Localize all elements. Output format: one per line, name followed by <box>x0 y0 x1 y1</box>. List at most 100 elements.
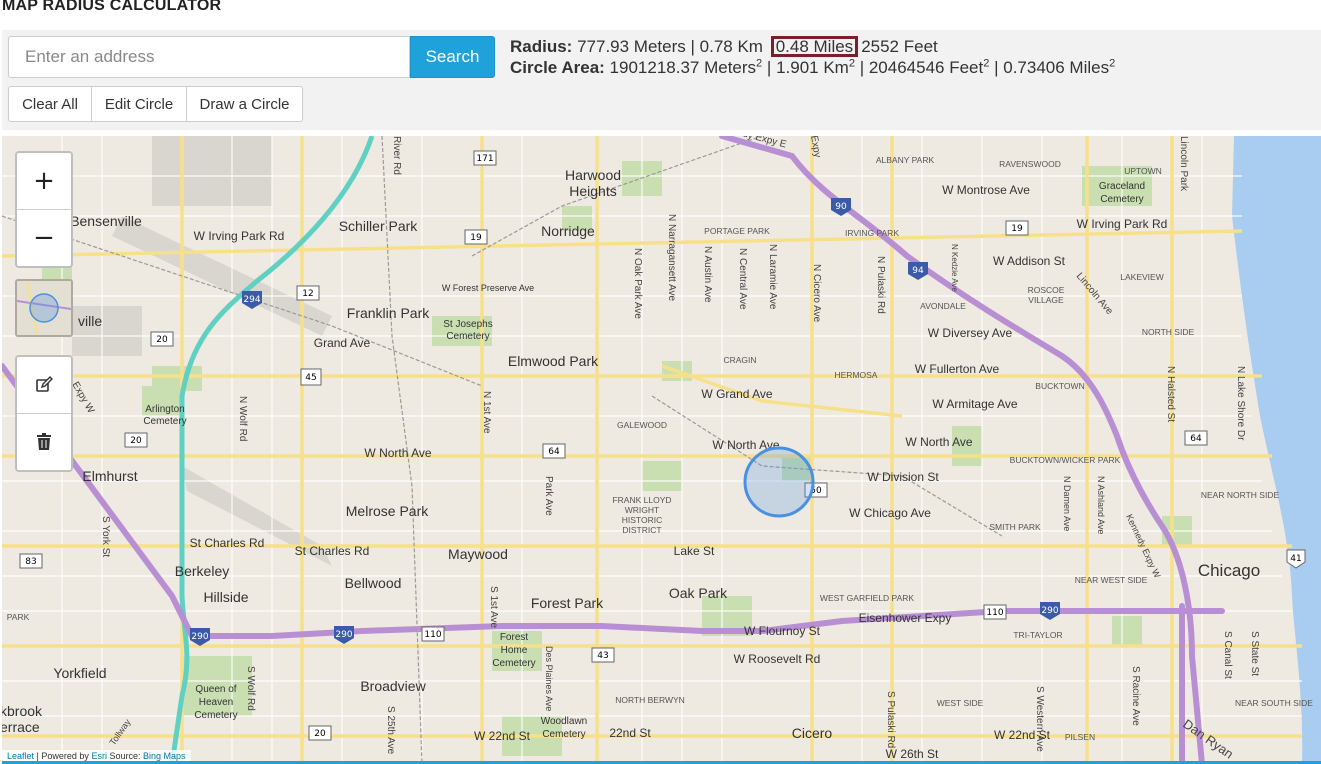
svg-text:110: 110 <box>986 608 1003 618</box>
radius-miles-highlight: 0.48 Miles <box>770 36 859 57</box>
svg-text:UPTOWN: UPTOWN <box>1124 166 1162 176</box>
svg-text:W Montrose Ave: W Montrose Ave <box>942 183 1030 197</box>
clear-all-button[interactable]: Clear All <box>8 86 92 122</box>
svg-text:W North Ave: W North Ave <box>905 435 972 449</box>
svg-text:Eisenhower Expy: Eisenhower Expy <box>859 611 952 625</box>
svg-text:W Flournoy St: W Flournoy St <box>744 624 821 638</box>
leaflet-link[interactable]: Leaflet <box>7 751 34 761</box>
svg-text:S Pulaski Rd: S Pulaski Rd <box>885 691 896 748</box>
svg-text:Bensenville: Bensenville <box>70 213 142 229</box>
source-text: Source: <box>109 751 141 761</box>
svg-text:Heaven: Heaven <box>199 697 233 708</box>
powered-by-text: | Powered by <box>36 751 89 761</box>
edit-icon <box>36 376 53 392</box>
area-result: Circle Area: 1901218.37 Meters2 | 1.901 … <box>510 57 1115 78</box>
svg-text:N Ashland Ave: N Ashland Ave <box>1096 476 1106 534</box>
svg-text:22nd St: 22nd St <box>609 726 651 740</box>
svg-text:N Cicero Ave: N Cicero Ave <box>811 264 822 323</box>
esri-link[interactable]: Esri <box>91 751 107 761</box>
svg-text:W Chicago Ave: W Chicago Ave <box>849 506 931 520</box>
search-button[interactable]: Search <box>410 36 495 78</box>
svg-text:Franklin Park: Franklin Park <box>347 305 430 321</box>
svg-text:Arlington: Arlington <box>145 404 184 415</box>
map-tiles[interactable]: 171 19 12 294 20 45 20 64 90 94 19 64 50… <box>2 136 1321 764</box>
svg-text:20: 20 <box>314 729 326 739</box>
svg-text:Graceland: Graceland <box>1099 181 1145 192</box>
svg-text:N Wolf Rd: N Wolf Rd <box>237 396 248 441</box>
svg-text:ROSCOE: ROSCOE <box>1028 285 1065 295</box>
radius-km: 0.78 Km <box>699 37 763 56</box>
svg-text:N Central Ave: N Central Ave <box>737 248 748 310</box>
svg-text:BUCKTOWN/WICKER PARK: BUCKTOWN/WICKER PARK <box>1010 455 1121 465</box>
svg-text:N Oak Park Ave: N Oak Park Ave <box>632 248 643 319</box>
zoom-control: + − <box>15 151 73 268</box>
bing-maps-link[interactable]: Bing Maps <box>143 751 186 761</box>
svg-text:W 26th St: W 26th St <box>886 747 939 761</box>
zoom-in-button[interactable]: + <box>17 153 71 209</box>
svg-text:W Addison St: W Addison St <box>993 254 1066 268</box>
svg-text:41: 41 <box>1290 554 1301 564</box>
delete-layers-button[interactable] <box>17 413 71 470</box>
address-search-input[interactable] <box>8 36 410 78</box>
svg-text:290: 290 <box>1041 606 1058 616</box>
separator: | <box>859 58 865 77</box>
area-meters: 1901218.37 Meters2 <box>609 57 763 77</box>
edit-layers-button[interactable] <box>17 357 71 413</box>
zoom-out-button[interactable]: − <box>17 209 71 266</box>
svg-text:Cemetery: Cemetery <box>194 710 237 721</box>
radius-meters: 777.93 Meters <box>577 37 686 56</box>
separator: | <box>766 58 772 77</box>
svg-text:N Narragansett Ave: N Narragansett Ave <box>666 214 677 302</box>
draw-circle-button[interactable]: Draw a Circle <box>186 86 303 122</box>
svg-text:IRVING PARK: IRVING PARK <box>845 228 899 238</box>
svg-text:AVONDALE: AVONDALE <box>920 301 966 311</box>
svg-text:WEST GARFIELD PARK: WEST GARFIELD PARK <box>820 593 914 603</box>
minimap[interactable] <box>15 279 73 337</box>
svg-text:Schiller Park: Schiller Park <box>339 218 419 234</box>
svg-text:N 1st Ave: N 1st Ave <box>481 391 492 434</box>
svg-text:S York St: S York St <box>100 516 111 557</box>
radius-feet: 2552 Feet <box>861 37 938 56</box>
svg-text:Elmhurst: Elmhurst <box>82 468 137 484</box>
svg-text:64: 64 <box>1190 434 1202 444</box>
svg-text:Hillside: Hillside <box>203 589 248 605</box>
svg-text:20: 20 <box>156 335 168 345</box>
svg-text:W Irving Park Rd: W Irving Park Rd <box>1077 217 1168 231</box>
svg-text:NEAR WEST SIDE: NEAR WEST SIDE <box>1075 575 1148 585</box>
svg-text:290: 290 <box>335 630 352 640</box>
svg-text:PILSEN: PILSEN <box>1065 732 1095 742</box>
edit-circle-button[interactable]: Edit Circle <box>91 86 187 122</box>
area-label: Circle Area: <box>510 58 605 77</box>
svg-text:Elmwood Park: Elmwood Park <box>508 353 599 369</box>
svg-text:BUCKTOWN: BUCKTOWN <box>1035 381 1084 391</box>
svg-text:Lake St: Lake St <box>674 544 715 558</box>
map[interactable]: 171 19 12 294 20 45 20 64 90 94 19 64 50… <box>2 136 1321 764</box>
svg-text:S Canal St: S Canal St <box>1222 631 1233 679</box>
svg-text:Melrose Park: Melrose Park <box>346 503 429 519</box>
radius-circle[interactable] <box>743 446 815 518</box>
svg-text:N Austin Ave: N Austin Ave <box>702 246 713 303</box>
svg-text:ville: ville <box>78 313 102 329</box>
area-feet: 20464546 Feet2 <box>868 57 990 77</box>
svg-text:43: 43 <box>597 651 608 661</box>
svg-text:River Rd: River Rd <box>391 136 402 175</box>
svg-text:St Charles Rd: St Charles Rd <box>295 544 370 558</box>
svg-text:kbrook: kbrook <box>2 703 43 719</box>
svg-text:W Armitage Ave: W Armitage Ave <box>932 397 1017 411</box>
svg-text:NORTH BERWYN: NORTH BERWYN <box>615 695 685 705</box>
svg-text:294: 294 <box>243 295 260 305</box>
svg-text:Harwood: Harwood <box>565 167 621 183</box>
svg-text:LAKEVIEW: LAKEVIEW <box>1120 272 1163 282</box>
svg-text:12: 12 <box>302 289 313 299</box>
svg-text:S Western Ave: S Western Ave <box>1034 686 1045 752</box>
svg-text:W Grand Ave: W Grand Ave <box>701 387 772 401</box>
svg-text:CRAGIN: CRAGIN <box>723 355 756 365</box>
svg-text:St Josephs: St Josephs <box>443 319 492 330</box>
svg-text:W North Ave: W North Ave <box>364 446 431 460</box>
svg-text:HERMOSA: HERMOSA <box>835 370 878 380</box>
svg-text:RAVENSWOOD: RAVENSWOOD <box>999 159 1061 169</box>
svg-text:NEAR SOUTH SIDE: NEAR SOUTH SIDE <box>1235 698 1313 708</box>
svg-text:19: 19 <box>1011 224 1023 234</box>
page-title: MAP RADIUS CALCULATOR <box>2 0 222 14</box>
svg-text:Forest: Forest <box>500 632 529 643</box>
